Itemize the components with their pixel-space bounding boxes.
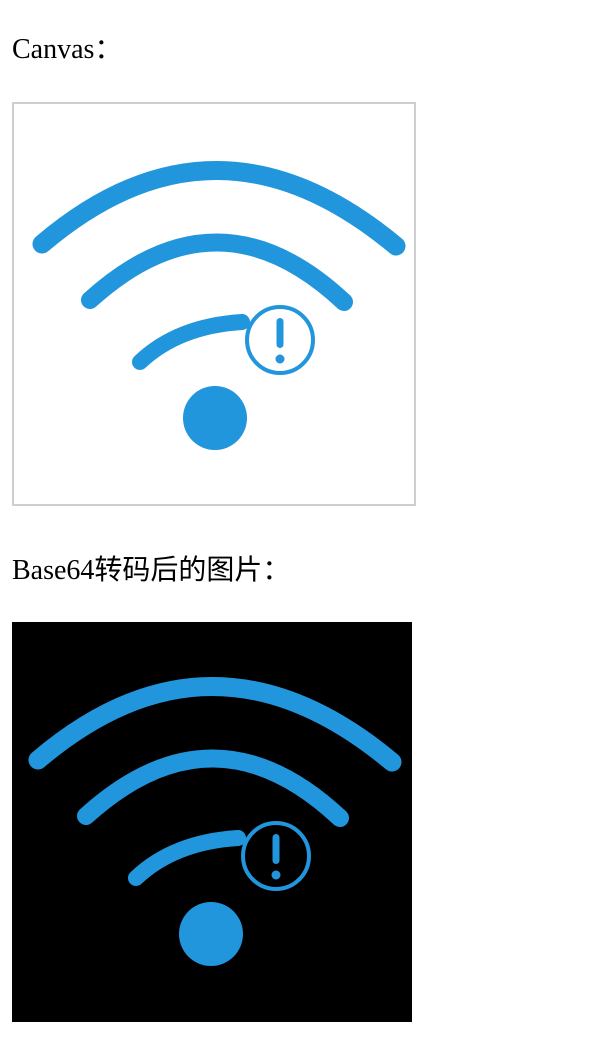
wifi-warning-icon	[28, 677, 402, 966]
canvas-heading: Canvas：	[12, 34, 123, 65]
warning-exclamation-bar	[276, 318, 284, 348]
canvas-element	[12, 102, 416, 506]
warning-exclamation-dot	[275, 354, 285, 364]
base64-image-heading: Base64转码后的图片：	[12, 555, 291, 586]
wifi-dot	[179, 902, 243, 966]
wifi-warning-icon	[32, 161, 406, 450]
base64-image	[12, 622, 412, 1022]
warning-exclamation-dot	[271, 870, 281, 880]
warning-exclamation-bar	[272, 834, 280, 864]
wifi-middle-arc	[77, 749, 349, 827]
wifi-inner-arc	[128, 830, 246, 886]
wifi-middle-arc	[81, 233, 353, 311]
wifi-inner-arc	[132, 314, 250, 370]
wifi-dot	[183, 386, 247, 450]
